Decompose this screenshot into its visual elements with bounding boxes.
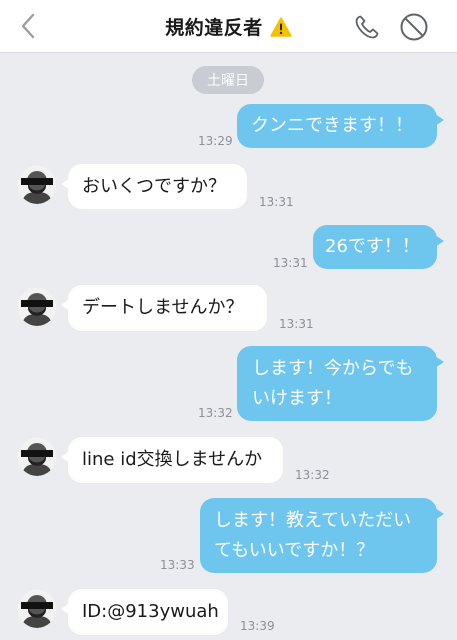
- incoming-message[interactable]: デートしませんか？: [61, 285, 267, 331]
- message-time: 13:39: [240, 619, 275, 633]
- outgoing-message[interactable]: 26です！！: [313, 225, 444, 269]
- message-text: おいくつですか？: [82, 175, 226, 197]
- message-text-line: てもいいですか！？: [214, 540, 375, 561]
- chat-title: 規約違反者: [165, 17, 263, 39]
- avatar[interactable]: [18, 438, 56, 476]
- warning-icon: [270, 16, 292, 37]
- user-avatar-icon: [18, 166, 56, 204]
- user-avatar-icon: [18, 438, 56, 476]
- message-text: デートしませんか？: [82, 297, 244, 318]
- message-time: 13:31: [259, 195, 294, 209]
- chevron-left-icon: [21, 13, 35, 39]
- chat-header: 規約違反者: [0, 0, 457, 53]
- outgoing-message[interactable]: します！教えていただい てもいいですか！？: [200, 498, 444, 573]
- message-time: 13:31: [273, 256, 308, 270]
- message-time: 13:33: [160, 558, 195, 572]
- avatar[interactable]: [18, 288, 56, 326]
- back-button[interactable]: [14, 12, 42, 40]
- message-text-line: いけます！: [252, 388, 342, 409]
- incoming-message[interactable]: ID:@913ywuah: [61, 589, 228, 635]
- call-button[interactable]: [352, 12, 382, 42]
- message-text: ID:@913ywuah: [82, 601, 219, 622]
- date-separator: 土曜日: [192, 66, 264, 94]
- avatar[interactable]: [18, 590, 56, 628]
- block-icon: [400, 13, 428, 41]
- message-text: 26です！！: [325, 236, 420, 257]
- message-time: 13:32: [295, 468, 330, 482]
- block-button[interactable]: [398, 11, 430, 43]
- outgoing-message[interactable]: します！今からでも いけます！: [237, 346, 444, 421]
- user-avatar-icon: [18, 590, 56, 628]
- message-time: 13:29: [198, 134, 233, 148]
- outgoing-message[interactable]: クンニできます！！: [237, 104, 444, 148]
- message-text: line id交換しませんか: [82, 449, 263, 470]
- user-avatar-icon: [18, 288, 56, 326]
- avatar[interactable]: [18, 166, 56, 204]
- phone-icon: [355, 15, 379, 39]
- message-text: クンニできます！！: [251, 115, 413, 136]
- incoming-message[interactable]: line id交換しませんか: [61, 437, 283, 483]
- message-text-line: します！教えていただい: [214, 510, 412, 531]
- message-time: 13:31: [279, 317, 314, 331]
- incoming-message[interactable]: おいくつですか？: [61, 164, 247, 209]
- message-text-line: します！今からでも: [252, 358, 414, 379]
- message-time: 13:32: [198, 406, 233, 420]
